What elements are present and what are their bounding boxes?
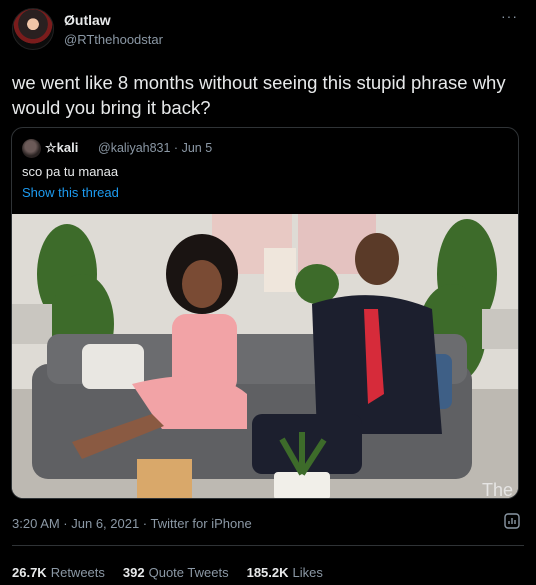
tweet-timestamp[interactable]: 3:20 AM · Jun 6, 2021 · Twitter for iPho… xyxy=(12,516,252,531)
likes-count: 185.2K xyxy=(246,565,289,580)
more-options-icon[interactable]: ··· xyxy=(501,8,518,24)
quoted-media-image[interactable]: The xyxy=(12,214,518,499)
show-thread-link[interactable]: Show this thread xyxy=(22,185,119,200)
retweets-stat[interactable]: 26.7K Retweets xyxy=(12,565,105,580)
tweet-stats: 26.7K Retweets 392 Quote Tweets 185.2K Like… xyxy=(12,565,323,580)
quotes-count: 392 xyxy=(122,565,145,580)
author-name[interactable]: Øutlaw xyxy=(64,12,111,28)
likes-label: Likes xyxy=(292,565,323,580)
author-handle[interactable]: @RTthehoodstar xyxy=(64,32,163,47)
quoted-handle-date[interactable]: @kaliyah831 · Jun 5 xyxy=(98,141,212,155)
quoted-author-name[interactable]: ☆kali xyxy=(45,140,78,156)
likes-stat[interactable]: 185.2K Likes xyxy=(247,565,323,580)
quote-tweets-stat[interactable]: 392 Quote Tweets xyxy=(123,565,229,580)
quoted-tweet-text: sco pa tu manaa xyxy=(22,164,119,179)
analytics-icon[interactable] xyxy=(504,512,520,530)
tweet-text: we went like 8 months without seeing thi… xyxy=(12,72,506,118)
quoted-author-avatar[interactable] xyxy=(22,139,41,158)
quotes-label: Quote Tweets xyxy=(148,565,229,580)
quoted-tweet[interactable]: ☆kali @kaliyah831 · Jun 5 sco pa tu mana… xyxy=(11,127,519,499)
svg-text:The: The xyxy=(482,480,513,499)
divider xyxy=(12,545,524,546)
author-avatar[interactable] xyxy=(12,8,54,50)
tv-still-image: The xyxy=(12,214,518,499)
retweets-count: 26.7K xyxy=(12,565,47,580)
retweets-label: Retweets xyxy=(50,565,105,580)
